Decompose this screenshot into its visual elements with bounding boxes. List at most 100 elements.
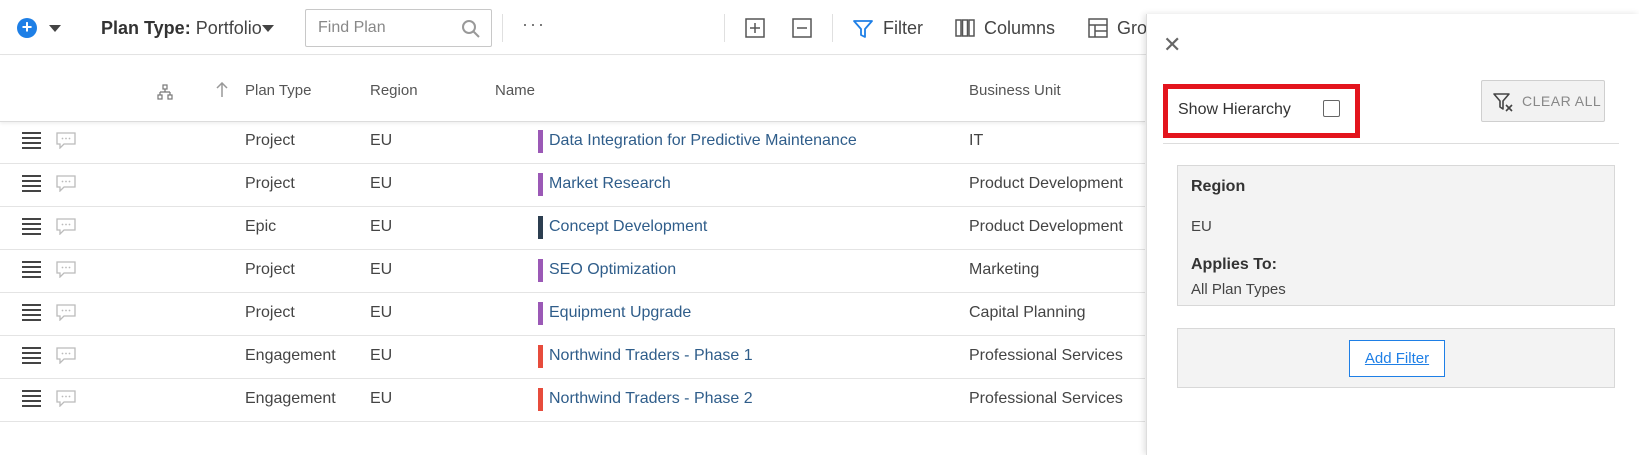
cell-plan-type: Engagement	[245, 390, 336, 407]
collapse-all-icon[interactable]	[792, 18, 812, 38]
column-header-name[interactable]: Name	[495, 82, 535, 99]
filter-panel: ✕ Show Hierarchy CLEAR ALL Region EU App…	[1146, 14, 1639, 455]
row-menu-icon[interactable]	[22, 390, 41, 407]
filter-icon[interactable]	[852, 18, 874, 40]
cell-name-link[interactable]: Northwind Traders - Phase 2	[549, 390, 753, 408]
add-filter-button[interactable]: Add Filter	[1349, 340, 1445, 377]
plan-type-color-bar	[538, 173, 543, 196]
row-menu-icon[interactable]	[22, 218, 41, 235]
toolbar-divider	[502, 14, 503, 42]
plan-type-value: Portfolio	[195, 18, 262, 38]
cell-business-unit: Capital Planning	[969, 304, 1086, 321]
region-filter-card[interactable]: Region EU Applies To: All Plan Types	[1177, 165, 1615, 306]
cell-region: EU	[370, 304, 393, 321]
table-row[interactable]: Engagement EU Northwind Traders - Phase 2 P…	[0, 377, 1145, 422]
search-icon[interactable]	[461, 19, 481, 39]
clear-all-label: CLEAR ALL	[1522, 93, 1602, 109]
plan-type-color-bar	[538, 388, 543, 411]
cell-business-unit: Product Development	[969, 175, 1123, 192]
row-menu-icon[interactable]	[22, 347, 41, 364]
comment-icon[interactable]	[55, 260, 77, 278]
filter-value: EU	[1191, 218, 1212, 235]
table-row[interactable]: Engagement EU Northwind Traders - Phase 1 P…	[0, 334, 1145, 379]
cell-region: EU	[370, 132, 393, 149]
column-header-business-unit[interactable]: Business Unit	[969, 82, 1061, 99]
plan-type-color-bar	[538, 302, 543, 325]
cell-plan-type: Project	[245, 132, 295, 149]
row-menu-icon[interactable]	[22, 175, 41, 192]
table-row[interactable]: Project EU SEO Optimization Marketing	[0, 248, 1145, 293]
find-plan-search[interactable]	[305, 9, 492, 47]
cell-region: EU	[370, 175, 393, 192]
add-filter-card: Add Filter	[1177, 328, 1615, 388]
columns-icon[interactable]	[955, 18, 975, 38]
add-dropdown-chevron-icon[interactable]	[49, 25, 61, 32]
cell-plan-type: Project	[245, 261, 295, 278]
comment-icon[interactable]	[55, 303, 77, 321]
cell-plan-type: Project	[245, 304, 295, 321]
close-icon[interactable]: ✕	[1163, 32, 1181, 58]
search-input[interactable]	[306, 10, 456, 46]
show-hierarchy-label: Show Hierarchy	[1178, 101, 1291, 118]
column-header-region[interactable]: Region	[370, 82, 418, 99]
applies-to-label: Applies To:	[1191, 256, 1277, 273]
cell-plan-type: Project	[245, 175, 295, 192]
cell-name-link[interactable]: Market Research	[549, 175, 671, 193]
cell-name-link[interactable]: SEO Optimization	[549, 261, 676, 279]
cell-region: EU	[370, 261, 393, 278]
cell-region: EU	[370, 390, 393, 407]
table-row[interactable]: Epic EU Concept Development Product Develop…	[0, 205, 1145, 250]
comment-icon[interactable]	[55, 174, 77, 192]
plan-type-chevron-icon[interactable]	[262, 25, 274, 32]
cell-name-link[interactable]: Equipment Upgrade	[549, 304, 691, 322]
comment-icon[interactable]	[55, 217, 77, 235]
more-options-button[interactable]: ···	[522, 14, 546, 35]
group-button[interactable]: Gro	[1117, 18, 1147, 39]
filter-button[interactable]: Filter	[883, 18, 923, 39]
plan-type-color-bar	[538, 130, 543, 153]
row-menu-icon[interactable]	[22, 132, 41, 149]
table-row[interactable]: Project EU Equipment Upgrade Capital Planni…	[0, 291, 1145, 336]
cell-plan-type: Epic	[245, 218, 277, 235]
table-row[interactable]: Project EU Market Research Product Developm…	[0, 162, 1145, 207]
cell-business-unit: IT	[969, 132, 984, 149]
cell-plan-type: Engagement	[245, 347, 336, 364]
plan-type-color-bar	[538, 259, 543, 282]
applies-to-value: All Plan Types	[1191, 281, 1286, 298]
clear-filter-icon	[1493, 93, 1513, 112]
cell-business-unit: Marketing	[969, 261, 1040, 278]
sort-ascending-icon[interactable]	[216, 82, 228, 98]
plan-type-selector[interactable]: Plan Type: Portfolio	[101, 18, 262, 39]
grid-header: Plan Type Region Name Business Unit	[0, 56, 1145, 122]
row-menu-icon[interactable]	[22, 304, 41, 321]
filter-title: Region	[1191, 178, 1246, 195]
cell-business-unit: Professional Services	[969, 347, 1123, 364]
plan-type-color-bar	[538, 216, 543, 239]
plan-type-label: Plan Type:	[101, 18, 191, 38]
toolbar-divider	[724, 14, 725, 42]
show-hierarchy-highlight: Show Hierarchy	[1163, 84, 1360, 138]
group-icon[interactable]	[1088, 18, 1108, 38]
columns-button[interactable]: Columns	[984, 18, 1055, 39]
cell-region: EU	[370, 347, 393, 364]
column-header-plan-type[interactable]: Plan Type	[245, 82, 311, 99]
table-row[interactable]: Project EU Data Integration for Predictive…	[0, 119, 1145, 164]
comment-icon[interactable]	[55, 131, 77, 149]
panel-divider	[1163, 143, 1619, 144]
cell-name-link[interactable]: Northwind Traders - Phase 1	[549, 347, 753, 365]
comment-icon[interactable]	[55, 389, 77, 407]
clear-all-button[interactable]: CLEAR ALL	[1481, 80, 1605, 122]
cell-business-unit: Product Development	[969, 218, 1123, 235]
cell-name-link[interactable]: Concept Development	[549, 218, 707, 236]
show-hierarchy-checkbox[interactable]	[1323, 100, 1340, 117]
row-menu-icon[interactable]	[22, 261, 41, 278]
expand-all-icon[interactable]	[745, 18, 765, 38]
cell-name-link[interactable]: Data Integration for Predictive Maintena…	[549, 132, 857, 150]
hierarchy-icon[interactable]	[157, 84, 173, 100]
add-plan-button[interactable]: +	[17, 18, 37, 38]
cell-business-unit: Professional Services	[969, 390, 1123, 407]
comment-icon[interactable]	[55, 346, 77, 364]
plan-type-color-bar	[538, 345, 543, 368]
cell-region: EU	[370, 218, 393, 235]
toolbar-divider	[832, 14, 833, 42]
